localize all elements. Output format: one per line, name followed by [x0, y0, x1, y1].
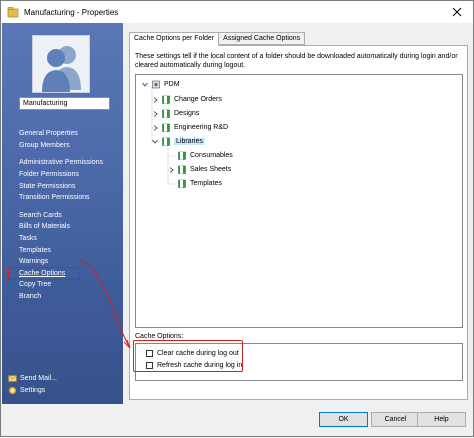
collapse-icon [142, 82, 148, 87]
settings-icon [8, 386, 17, 395]
close-button[interactable] [449, 4, 465, 20]
expand-icon [153, 124, 158, 131]
cancel-button[interactable]: Cancel [371, 412, 420, 427]
sidebar: Manufacturing General Properties Group M… [2, 23, 123, 404]
tree-node-templates[interactable]: Templates [178, 179, 222, 188]
tree-node-change-orders[interactable]: Change Orders [152, 95, 222, 104]
tree-node-engineering-rd[interactable]: Engineering R&D [152, 123, 228, 132]
settings-label: Settings [20, 387, 46, 394]
close-icon [452, 7, 462, 17]
tree-label: Templates [190, 180, 222, 187]
options-highlight [133, 340, 243, 372]
tree-label: Libraries [174, 138, 205, 145]
tree-label: PDM [164, 81, 180, 88]
nav-warnings[interactable]: Warnings [19, 258, 48, 265]
expand-icon [169, 166, 174, 173]
vault-icon [152, 80, 160, 89]
tab-assigned-cache-options[interactable]: Assigned Cache Options [218, 32, 306, 45]
nav-templates[interactable]: Templates [19, 247, 51, 254]
group-name-field[interactable]: Manufacturing [19, 97, 110, 110]
folder-icon [162, 123, 170, 132]
tree-label: Change Orders [174, 96, 222, 103]
tree-label: Designs [174, 110, 200, 117]
nav-tasks[interactable]: Tasks [19, 235, 37, 242]
cache-options-highlight [8, 267, 80, 280]
app-icon [7, 7, 19, 18]
folder-tree[interactable]: PDM Change Orders Designs Engineering R&… [135, 74, 463, 328]
nav-branch[interactable]: Branch [19, 293, 41, 300]
tree-label: Consumables [190, 152, 233, 159]
nav-search-cards[interactable]: Search Cards [19, 212, 62, 219]
nav-state-permissions[interactable]: State Permissions [19, 183, 75, 190]
help-button[interactable]: Help [417, 412, 466, 427]
tree-node-consumables[interactable]: Consumables [178, 151, 233, 160]
tree-node-libraries[interactable]: Libraries [152, 137, 205, 146]
tree-node-designs[interactable]: Designs [152, 109, 199, 118]
tab-cache-options-per-folder[interactable]: Cache Options per Folder [129, 32, 220, 46]
folder-icon [162, 95, 170, 104]
nav-bills-of-materials[interactable]: Bills of Materials [19, 223, 70, 230]
title-bar: Manufacturing - Properties [1, 1, 473, 23]
nav-administrative-permissions[interactable]: Administrative Permissions [19, 159, 103, 166]
send-mail-label: Send Mail... [20, 375, 57, 382]
folder-icon [162, 109, 170, 118]
tree-node-pdm[interactable]: PDM [142, 80, 180, 89]
expand-icon [153, 96, 158, 103]
nav-general-properties[interactable]: General Properties [19, 130, 78, 137]
group-avatar [32, 35, 90, 93]
tab-strip: Cache Options per Folder Assigned Cache … [129, 32, 306, 46]
folder-icon [178, 165, 186, 174]
properties-window: Manufacturing - Properties Manufacturing… [0, 0, 474, 437]
ok-button[interactable]: OK [319, 412, 368, 427]
nav-copy-tree[interactable]: Copy Tree [19, 281, 51, 288]
nav-group-members[interactable]: Group Members [19, 142, 70, 149]
tree-label: Engineering R&D [174, 124, 229, 131]
settings-link[interactable]: Settings [8, 386, 45, 395]
collapse-icon [152, 139, 158, 144]
expand-icon [153, 110, 158, 117]
folder-icon [178, 179, 186, 188]
nav-folder-permissions[interactable]: Folder Permissions [19, 171, 79, 178]
group-icon [42, 46, 81, 92]
tree-node-sales-sheets[interactable]: Sales Sheets [168, 165, 231, 174]
mail-icon [8, 375, 17, 382]
folder-icon [178, 151, 186, 160]
cache-options-heading: Cache Options: [135, 333, 184, 340]
panel-description: These settings tell if the local content… [135, 53, 458, 69]
send-mail-link[interactable]: Send Mail... [8, 374, 57, 383]
tree-label: Sales Sheets [190, 166, 232, 173]
nav-transition-permissions[interactable]: Transition Permissions [19, 194, 90, 201]
window-title: Manufacturing - Properties [24, 7, 119, 17]
folder-icon [162, 137, 170, 146]
